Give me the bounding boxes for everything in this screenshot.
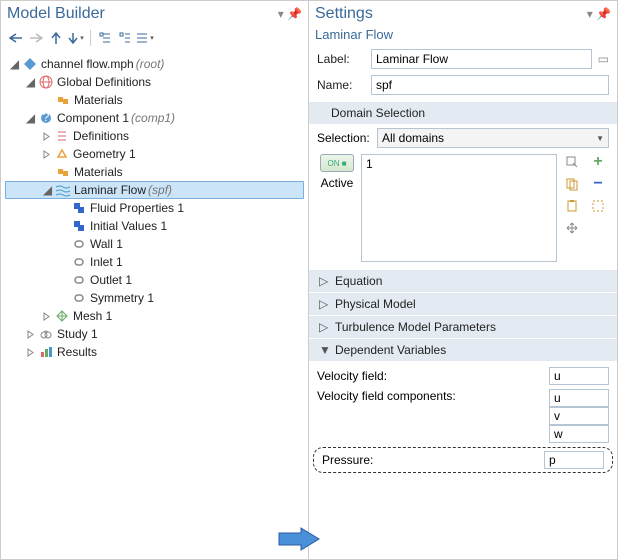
pin-icon[interactable]: ▾ 📌: [278, 7, 302, 21]
node-icon: [71, 200, 87, 216]
collapse-arrow-icon: ▷: [319, 274, 329, 288]
nav-down-button[interactable]: ▾: [67, 29, 85, 47]
tree-wall[interactable]: Wall 1: [5, 235, 304, 253]
selection-caption: Selection:: [317, 131, 373, 145]
tree-laminar-flow[interactable]: ◢ Laminar Flow (spf): [5, 181, 304, 199]
nav-back-button[interactable]: [7, 29, 25, 47]
collapse-button[interactable]: [96, 29, 114, 47]
model-builder-title: Model Builder: [7, 5, 278, 23]
tree-outlet[interactable]: Outlet 1: [5, 271, 304, 289]
definitions-icon: [54, 128, 70, 144]
label-caption: Label:: [317, 52, 365, 66]
tree-toggle-icon[interactable]: ◢: [42, 185, 53, 196]
active-toggle[interactable]: ON ■: [320, 154, 354, 172]
tree-toggle-icon[interactable]: ◢: [9, 59, 20, 70]
tree-toggle-icon[interactable]: ◢: [25, 77, 36, 88]
tree-mesh[interactable]: Mesh 1: [5, 307, 304, 325]
geometry-icon: [54, 146, 70, 162]
velocity-field-label: Velocity field:: [317, 369, 549, 383]
list-item[interactable]: 1: [366, 157, 552, 171]
root-icon: [22, 56, 38, 72]
materials-icon: [55, 92, 71, 108]
tree-expand-icon[interactable]: [41, 311, 52, 322]
tree-initial-values[interactable]: Initial Values 1: [5, 217, 304, 235]
velocity-field-input[interactable]: [549, 367, 609, 385]
svg-text:?: ?: [43, 111, 50, 124]
tree-geometry[interactable]: Geometry 1: [5, 145, 304, 163]
turbulence-section[interactable]: ▷ Turbulence Model Parameters: [309, 316, 617, 338]
velocity-components-label: Velocity field components:: [317, 389, 549, 403]
selection-listbox[interactable]: 1: [361, 154, 557, 262]
label-input[interactable]: [371, 49, 592, 69]
copy-button[interactable]: [563, 176, 581, 192]
pressure-input[interactable]: [544, 451, 604, 469]
velocity-components-table[interactable]: u v w: [549, 389, 609, 443]
collapse-arrow-icon: ▷: [319, 320, 329, 334]
materials-icon: [55, 164, 71, 180]
paste-button[interactable]: [563, 198, 581, 214]
active-label: Active: [321, 176, 354, 190]
tree-fluid-properties[interactable]: Fluid Properties 1: [5, 199, 304, 217]
pin-icon[interactable]: ▾ 📌: [587, 7, 611, 21]
move-button[interactable]: [563, 220, 581, 236]
study-icon: [38, 326, 54, 342]
chevron-down-icon: ▼: [596, 134, 604, 143]
toggle-selection-button[interactable]: [589, 198, 607, 214]
tree-global-definitions[interactable]: ◢ Global Definitions: [5, 73, 304, 91]
node-icon: [71, 218, 87, 234]
tree-expand-icon[interactable]: [25, 347, 36, 358]
collapse-arrow-icon: ▷: [319, 297, 329, 311]
tree-inlet[interactable]: Inlet 1: [5, 253, 304, 271]
tree-comp-materials[interactable]: Materials: [5, 163, 304, 181]
boundary-icon: [71, 290, 87, 306]
pressure-row-highlight: Pressure:: [313, 447, 613, 473]
tree-root[interactable]: ◢ channel flow.mph (root): [5, 55, 304, 73]
tree-expand-icon[interactable]: [25, 329, 36, 340]
boundary-icon: [71, 236, 87, 252]
tag-icon[interactable]: ▭: [598, 52, 609, 66]
tree-component[interactable]: ◢ ? Component 1 (comp1): [5, 109, 304, 127]
tree-study[interactable]: Study 1: [5, 325, 304, 343]
physical-model-section[interactable]: ▷ Physical Model: [309, 293, 617, 315]
boundary-icon: [71, 272, 87, 288]
expand-arrow-icon: ▼: [319, 343, 329, 357]
nav-forward-button[interactable]: [27, 29, 45, 47]
model-tree[interactable]: ◢ channel flow.mph (root) ◢ Global Defin…: [1, 53, 308, 559]
tree-expand-icon[interactable]: [41, 149, 52, 160]
tree-definitions[interactable]: Definitions: [5, 127, 304, 145]
remove-button[interactable]: −: [589, 176, 607, 192]
domain-selection-header: Domain Selection: [309, 102, 617, 124]
equation-section[interactable]: ▷ Equation: [309, 270, 617, 292]
boundary-icon: [71, 254, 87, 270]
nav-up-button[interactable]: [47, 29, 65, 47]
dependent-variables-section[interactable]: ▼ Dependent Variables: [309, 339, 617, 361]
tree-toggle-icon[interactable]: ◢: [25, 113, 36, 124]
settings-title: Settings: [315, 5, 587, 23]
mesh-icon: [54, 308, 70, 324]
laminar-flow-icon: [55, 182, 71, 198]
model-builder-toolbar: ▾ ▾: [1, 27, 308, 53]
tree-expand-icon[interactable]: [41, 131, 52, 142]
globe-icon: [38, 74, 54, 90]
tree-results[interactable]: Results: [5, 343, 304, 361]
pressure-label: Pressure:: [322, 453, 544, 467]
component-icon: ?: [38, 110, 54, 126]
settings-subtitle: Laminar Flow: [309, 27, 617, 46]
tree-global-materials[interactable]: Materials: [5, 91, 304, 109]
expand-button[interactable]: [116, 29, 134, 47]
zoom-button[interactable]: [563, 154, 581, 170]
annotation-arrow-icon: [277, 527, 321, 551]
selection-dropdown[interactable]: All domains ▼: [377, 128, 609, 148]
show-button[interactable]: ▾: [136, 29, 154, 47]
name-input[interactable]: [371, 75, 609, 95]
add-button[interactable]: +: [589, 154, 607, 170]
results-icon: [38, 344, 54, 360]
name-caption: Name:: [317, 78, 365, 92]
tree-symmetry[interactable]: Symmetry 1: [5, 289, 304, 307]
